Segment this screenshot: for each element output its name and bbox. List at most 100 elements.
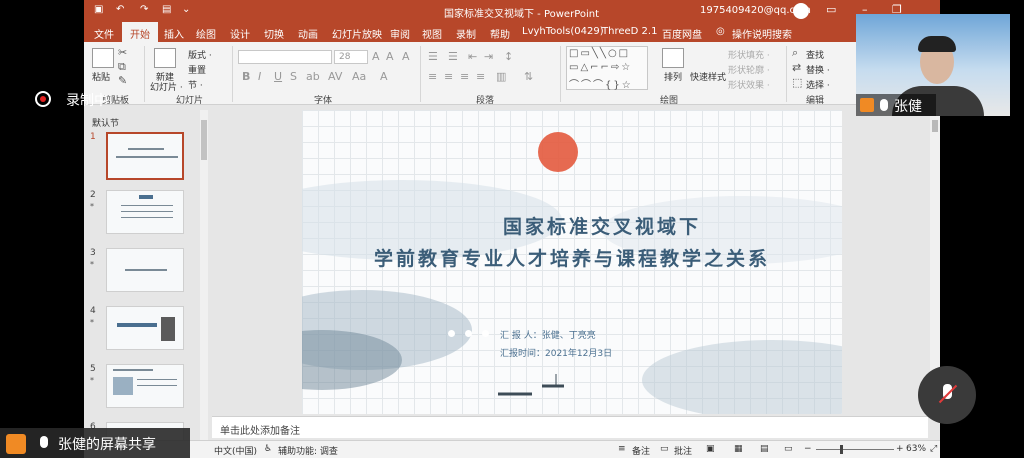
underline-icon[interactable]: U <box>274 70 282 83</box>
shape-fill-button[interactable]: 形状填充 · <box>728 48 770 61</box>
select-icon[interactable]: ⬚ <box>792 76 802 89</box>
shape-effects-button[interactable]: 形状效果 · <box>728 78 770 91</box>
notes-pane[interactable]: 单击此处添加备注 <box>212 416 928 438</box>
section-button[interactable]: 节 · <box>188 78 203 91</box>
new-slide-button-line2[interactable]: 幻灯片 · <box>150 80 183 93</box>
font-name-select[interactable] <box>238 50 332 64</box>
tab-home[interactable]: 开始 <box>122 22 158 42</box>
numbering-icon[interactable]: ☰ <box>448 50 458 63</box>
undo-icon[interactable]: ↶ <box>116 4 124 15</box>
justify-icon[interactable]: ≡ <box>476 70 485 83</box>
format-painter-icon[interactable]: ✎ <box>118 74 127 87</box>
section-header[interactable]: 默认节 <box>92 116 119 129</box>
shapes-row-icon[interactable]: □▭╲╲○□ <box>569 48 630 59</box>
tab-help[interactable]: 帮助 <box>490 26 510 41</box>
char-spacing-icon[interactable]: AV <box>328 70 342 83</box>
tab-record[interactable]: 录制 <box>456 26 476 41</box>
shapes-row-icon[interactable]: ⌒⌒⌒{}☆ <box>569 76 633 91</box>
reset-button[interactable]: 重置 <box>188 63 206 76</box>
normal-view-icon[interactable]: ▣ <box>706 444 715 454</box>
shapes-row-icon[interactable]: ▭△⌐⌐⇨☆ <box>569 62 632 73</box>
bullets-icon[interactable]: ☰ <box>428 50 438 63</box>
scrollbar-thumb[interactable] <box>201 120 207 160</box>
tab-draw[interactable]: 绘图 <box>196 26 216 41</box>
tab-transitions[interactable]: 切换 <box>264 26 284 41</box>
avatar[interactable] <box>793 3 809 19</box>
shape-outline-button[interactable]: 形状轮廓 · <box>728 63 770 76</box>
scrollbar-thumb[interactable] <box>932 120 938 132</box>
replace-icon[interactable]: ⇄ <box>792 61 801 74</box>
align-center-icon[interactable]: ≡ <box>444 70 453 83</box>
text-direction-icon[interactable]: ⇅ <box>524 70 533 83</box>
zoom-out-icon[interactable]: − <box>804 444 812 454</box>
slide-thumbnail-4[interactable] <box>106 306 184 350</box>
notes-toggle-button[interactable]: 备注 <box>632 444 650 457</box>
shapes-gallery[interactable]: □▭╲╲○□ ▭△⌐⌐⇨☆ ⌒⌒⌒{}☆ <box>566 46 648 91</box>
slide-thumbnail-2[interactable] <box>106 190 184 234</box>
replace-button[interactable]: 替换 · <box>806 63 830 76</box>
columns-icon[interactable]: ▥ <box>496 70 506 83</box>
slideshow-icon[interactable]: ▭ <box>784 444 793 454</box>
arrange-button[interactable]: 排列 <box>664 70 682 83</box>
layout-button[interactable]: 版式 · <box>188 48 212 61</box>
tell-me-search[interactable]: 操作说明搜索 <box>732 26 792 41</box>
italic-icon[interactable]: I <box>258 70 261 83</box>
tab-threed[interactable]: ThreeD 2.1 <box>602 26 657 37</box>
fit-to-window-icon[interactable]: ⤢ <box>930 444 937 454</box>
redo-icon[interactable]: ↷ <box>140 4 148 15</box>
zoom-in-icon[interactable]: + <box>896 444 904 454</box>
font-color-icon[interactable]: A <box>380 70 388 83</box>
reading-view-icon[interactable]: ▤ <box>760 444 769 454</box>
cut-icon[interactable]: ✂ <box>118 46 127 59</box>
tab-lvyhtools[interactable]: LvyhTools(0429) <box>522 26 604 37</box>
decrease-font-icon[interactable]: A <box>386 50 394 63</box>
select-button[interactable]: 选择 · <box>806 78 830 91</box>
zoom-level[interactable]: 63% <box>906 444 926 454</box>
change-case-icon[interactable]: Aa <box>352 70 366 83</box>
accessibility-status[interactable]: 辅助功能: 调查 <box>278 444 338 457</box>
increase-indent-icon[interactable]: ⇥ <box>484 50 493 63</box>
slide-date-text[interactable]: 汇报时间：2021年12月3日 <box>500 346 612 359</box>
tab-slideshow[interactable]: 幻灯片放映 <box>332 26 382 41</box>
bold-icon[interactable]: B <box>242 70 250 83</box>
copy-icon[interactable]: ⧉ <box>118 60 126 74</box>
tab-animations[interactable]: 动画 <box>298 26 318 41</box>
font-size-select[interactable]: 28 <box>334 50 368 64</box>
slide-sorter-icon[interactable]: ▦ <box>734 444 743 454</box>
paste-button[interactable]: 粘贴 <box>92 70 110 83</box>
slide-thumbnail-1[interactable] <box>106 132 184 180</box>
save-icon[interactable]: ▣ <box>94 4 103 15</box>
paste-icon[interactable] <box>92 48 114 68</box>
language-status[interactable]: 中文(中国) <box>214 444 257 457</box>
find-button[interactable]: 查找 <box>806 48 824 61</box>
customize-quick-access-icon[interactable]: ⌄ <box>182 4 190 15</box>
align-right-icon[interactable]: ≡ <box>460 70 469 83</box>
clear-format-icon[interactable]: A <box>402 50 410 63</box>
slide-title-line2[interactable]: 学前教育专业人才培养与课程教学之关系 <box>322 244 822 271</box>
current-slide[interactable]: 国家标准交叉视域下 学前教育专业人才培养与课程教学之关系 汇 报 人：张健、丁亮… <box>302 110 842 414</box>
decrease-indent-icon[interactable]: ⇤ <box>468 50 477 63</box>
comments-button[interactable]: 批注 <box>674 444 692 457</box>
tab-view[interactable]: 视图 <box>422 26 442 41</box>
tab-file[interactable]: 文件 <box>94 26 114 41</box>
increase-font-icon[interactable]: A <box>372 50 380 63</box>
quick-styles-button[interactable]: 快速样式 <box>690 70 726 83</box>
start-from-beginning-icon[interactable]: ▤ <box>162 4 171 15</box>
tab-insert[interactable]: 插入 <box>164 26 184 41</box>
slide-thumbnail-5[interactable] <box>106 364 184 408</box>
zoom-slider-thumb[interactable] <box>840 445 843 454</box>
tab-design[interactable]: 设计 <box>230 26 250 41</box>
shadow-icon[interactable]: S <box>290 70 297 83</box>
tab-baidu-netdisk[interactable]: 百度网盘 <box>662 26 702 41</box>
mute-button[interactable] <box>918 366 976 424</box>
align-left-icon[interactable]: ≡ <box>428 70 437 83</box>
tab-review[interactable]: 审阅 <box>390 26 410 41</box>
zoom-slider[interactable] <box>816 449 894 450</box>
ribbon-display-icon[interactable]: ▭ <box>826 3 836 16</box>
find-icon[interactable]: ⌕ <box>792 46 798 60</box>
strikethrough-icon[interactable]: ab <box>306 70 320 83</box>
arrange-icon[interactable] <box>662 48 684 68</box>
slide-title-line1[interactable]: 国家标准交叉视域下 <box>442 212 762 239</box>
camera-video-tile[interactable]: 张健 <box>856 14 1010 116</box>
thumbnail-scrollbar[interactable] <box>200 110 208 440</box>
